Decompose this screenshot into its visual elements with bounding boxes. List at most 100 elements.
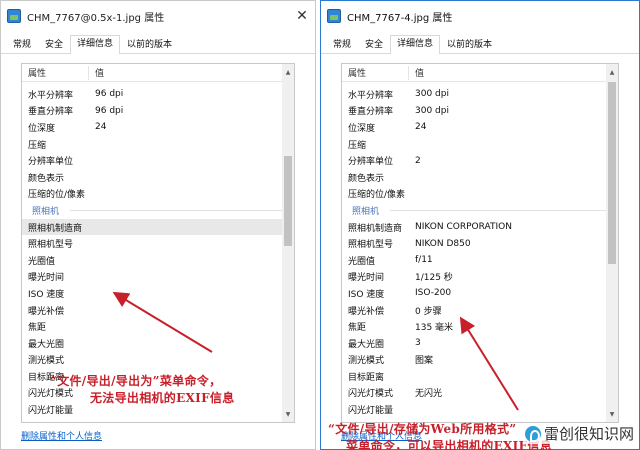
property-value[interactable]: 96 dpi	[89, 106, 123, 116]
property-name: 测光模式	[348, 356, 385, 367]
column-header-property[interactable]: 属性	[342, 66, 408, 79]
property-row[interactable]: 曝光补偿 0 步骤	[342, 302, 606, 319]
property-value[interactable]: 3	[409, 338, 421, 348]
tab-details[interactable]: 详细信息	[70, 35, 121, 54]
property-row[interactable]: 曝光时间	[22, 269, 282, 286]
property-row[interactable]: 颜色表示	[22, 169, 282, 186]
details-list[interactable]: 属性 值 水平分辨率 96 dpi 垂直分辨率 96 dpi 位深度 24 压缩 分辨率单位颜…	[21, 63, 295, 423]
property-value[interactable]: 图案	[409, 353, 433, 366]
property-value[interactable]: NIKON CORPORATION	[409, 222, 512, 232]
property-row[interactable]: 最大光圈	[22, 335, 282, 352]
property-row[interactable]: 最大光圈 3	[342, 335, 606, 352]
tab-previous-versions[interactable]: 以前的版本	[440, 37, 499, 53]
property-name: ISO 速度	[28, 289, 65, 300]
title-bar[interactable]: CHM_7767-4.jpg 属性	[321, 1, 639, 31]
property-row[interactable]: 垂直分辨率 300 dpi	[342, 103, 606, 120]
property-name: 闪光灯能量	[28, 406, 74, 417]
property-name: 光圈值	[28, 256, 56, 267]
property-row[interactable]: 焦距 135 毫米	[342, 318, 606, 335]
property-rows: 水平分辨率 300 dpi 垂直分辨率 300 dpi 位深度 24 压缩 分辨率单位 2 颜色表…	[342, 86, 606, 418]
scroll-up-arrow-icon[interactable]: ▲	[606, 66, 618, 78]
property-row[interactable]: 目标距离	[342, 368, 606, 385]
property-name: 压缩的位/像素	[28, 190, 86, 201]
property-row[interactable]: 颜色表示	[342, 169, 606, 186]
property-value[interactable]: 24	[409, 122, 426, 132]
property-row[interactable]: 测光模式	[22, 352, 282, 369]
group-header-camera[interactable]: 照相机	[22, 202, 282, 219]
annotation-text: 无法导出相机的EXIF信息	[90, 391, 235, 405]
property-name: 光圈值	[348, 256, 376, 267]
tab-security[interactable]: 安全	[358, 37, 390, 53]
property-value[interactable]: 135 毫米	[409, 320, 453, 333]
property-row[interactable]: 照相机制造商 NIKON CORPORATION	[342, 219, 606, 236]
remove-properties-link[interactable]: 删除属性和个人信息	[21, 429, 102, 442]
property-row[interactable]: 位深度 24	[342, 119, 606, 136]
property-row[interactable]: 光圈值	[22, 252, 282, 269]
close-button[interactable]: ✕	[293, 7, 311, 25]
scrollbar-thumb[interactable]	[284, 156, 292, 246]
property-value[interactable]: 0 步骤	[409, 304, 442, 317]
property-row[interactable]: 压缩的位/像素	[22, 186, 282, 203]
property-row[interactable]: 闪光灯能量	[342, 401, 606, 418]
property-row[interactable]: 垂直分辨率 96 dpi	[22, 103, 282, 120]
property-name: 闪光灯模式	[348, 389, 394, 400]
window-title: CHM_7767-4.jpg 属性	[347, 12, 453, 24]
property-name: 水平分辨率	[28, 90, 74, 101]
property-name: 垂直分辨率	[348, 107, 394, 118]
property-value[interactable]: 无闪光	[409, 386, 442, 399]
vertical-scrollbar[interactable]: ▲ ▼	[282, 64, 294, 422]
tab-security[interactable]: 安全	[38, 37, 70, 53]
property-row[interactable]: 压缩的位/像素	[342, 186, 606, 203]
property-value[interactable]: 24	[89, 122, 106, 132]
annotation-text: “文件/导出/存储为Web所用格式”	[328, 422, 517, 436]
property-row[interactable]: 测光模式 图案	[342, 352, 606, 369]
scroll-down-arrow-icon[interactable]: ▼	[606, 408, 618, 420]
property-row[interactable]: 焦距	[22, 318, 282, 335]
property-name: 曝光时间	[348, 273, 385, 284]
scrollbar-thumb[interactable]	[608, 82, 616, 264]
property-value[interactable]: f/11	[409, 255, 433, 265]
property-row[interactable]: 照相机型号 NIKON D850	[342, 235, 606, 252]
property-row[interactable]: 闪光灯模式 无闪光	[342, 385, 606, 402]
property-row[interactable]: ISO 速度	[22, 285, 282, 302]
tab-general[interactable]: 常规	[6, 37, 38, 53]
property-name: 照相机制造商	[348, 223, 403, 234]
property-name: 颜色表示	[28, 173, 65, 184]
property-row[interactable]: ISO 速度 ISO-200	[342, 285, 606, 302]
property-row[interactable]: 压缩	[342, 136, 606, 153]
property-row[interactable]: 光圈值 f/11	[342, 252, 606, 269]
property-value[interactable]: 2	[409, 156, 421, 166]
tab-details[interactable]: 详细信息	[390, 35, 441, 54]
group-header-camera[interactable]: 照相机	[342, 202, 606, 219]
details-list[interactable]: 属性 值 水平分辨率 300 dpi 垂直分辨率 300 dpi 位深度 24 压缩 分辨率单…	[341, 63, 619, 423]
property-name: 位深度	[348, 123, 376, 134]
tab-general[interactable]: 常规	[326, 37, 358, 53]
tab-previous-versions[interactable]: 以前的版本	[120, 37, 179, 53]
property-row[interactable]: 曝光时间 1/125 秒	[342, 269, 606, 286]
property-row[interactable]: 照相机型号	[22, 235, 282, 252]
property-row[interactable]: 分辨率单位	[22, 152, 282, 169]
property-value[interactable]: ISO-200	[409, 288, 451, 298]
column-header-value[interactable]: 值	[89, 66, 104, 79]
property-value[interactable]: 1/125 秒	[409, 270, 453, 283]
property-value[interactable]: NIKON D850	[409, 239, 471, 249]
property-rows: 水平分辨率 96 dpi 垂直分辨率 96 dpi 位深度 24 压缩 分辨率单位 颜色表示 压缩…	[22, 86, 282, 418]
property-row[interactable]: 曝光补偿	[22, 302, 282, 319]
title-bar[interactable]: CHM_7767@0.5x-1.jpg 属性 ✕	[1, 1, 315, 31]
column-header-property[interactable]: 属性	[22, 66, 88, 79]
property-row[interactable]: 分辨率单位 2	[342, 152, 606, 169]
property-name: 分辨率单位	[28, 157, 74, 168]
property-value[interactable]: 96 dpi	[89, 89, 123, 99]
scroll-down-arrow-icon[interactable]: ▼	[282, 408, 294, 420]
property-row[interactable]: 照相机制造商	[22, 218, 282, 236]
property-value[interactable]: 300 dpi	[409, 89, 449, 99]
property-row[interactable]: 水平分辨率 300 dpi	[342, 86, 606, 103]
property-value[interactable]: 300 dpi	[409, 106, 449, 116]
property-row[interactable]: 压缩	[22, 136, 282, 153]
property-row[interactable]: 位深度 24	[22, 119, 282, 136]
property-row[interactable]: 水平分辨率 96 dpi	[22, 86, 282, 103]
scroll-up-arrow-icon[interactable]: ▲	[282, 66, 294, 78]
tab-bar: 常规 安全 详细信息 以前的版本	[1, 35, 315, 54]
column-header-value[interactable]: 值	[409, 66, 424, 79]
vertical-scrollbar[interactable]: ▲ ▼	[606, 64, 618, 422]
